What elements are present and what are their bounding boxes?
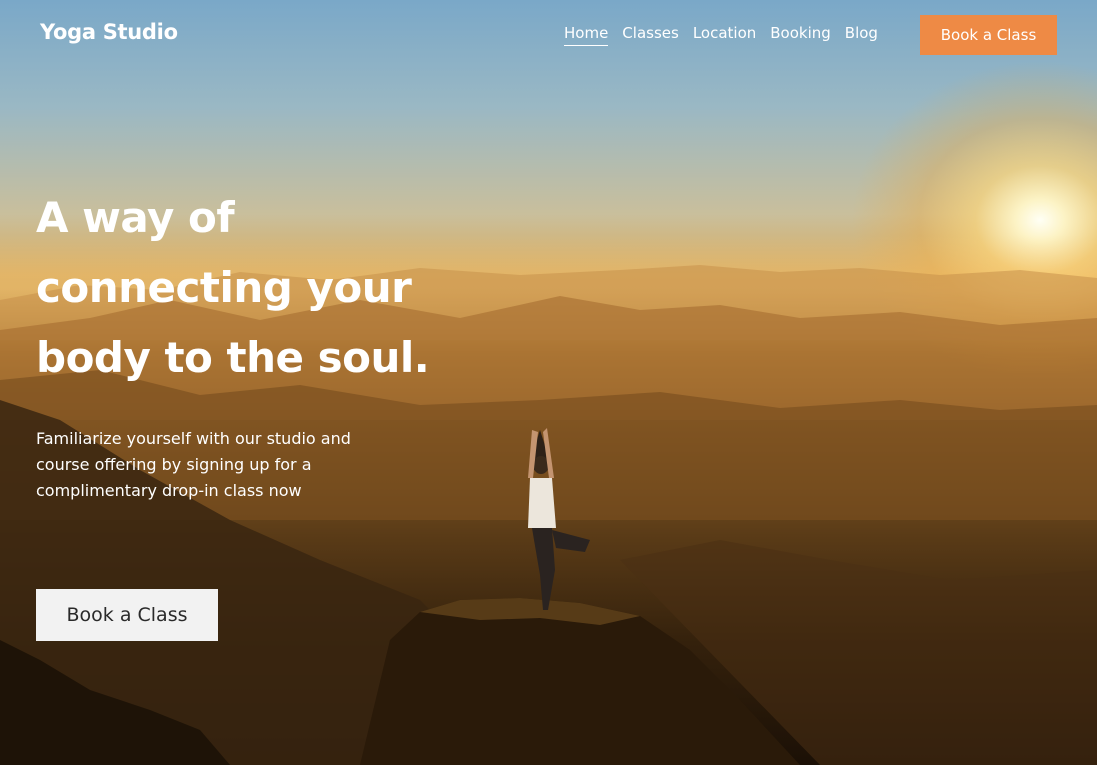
top-navigation: Yoga Studio Home Classes Location Bookin… bbox=[0, 0, 1097, 70]
headline-line: body to the soul. bbox=[36, 333, 430, 382]
nav-link-classes[interactable]: Classes bbox=[622, 24, 679, 46]
hero-headline: A way of connecting your body to the sou… bbox=[36, 183, 506, 393]
headline-line: A way of bbox=[36, 193, 235, 242]
hero-section: Yoga Studio Home Classes Location Bookin… bbox=[0, 0, 1097, 765]
nav-link-location[interactable]: Location bbox=[693, 24, 756, 46]
subtext-line: course offering by signing up for a bbox=[36, 455, 312, 474]
nav-link-booking[interactable]: Booking bbox=[770, 24, 831, 46]
hero-book-class-button[interactable]: Book a Class bbox=[36, 589, 218, 641]
headline-line: connecting your bbox=[36, 263, 412, 312]
nav-links: Home Classes Location Booking Blog bbox=[564, 24, 878, 46]
subtext-line: complimentary drop-in class now bbox=[36, 481, 302, 500]
nav-link-blog[interactable]: Blog bbox=[845, 24, 878, 46]
subtext-line: Familiarize yourself with our studio and bbox=[36, 429, 351, 448]
hero-subtext: Familiarize yourself with our studio and… bbox=[36, 426, 416, 504]
nav-link-home[interactable]: Home bbox=[564, 24, 609, 46]
nav-book-class-button[interactable]: Book a Class bbox=[920, 15, 1057, 55]
site-logo[interactable]: Yoga Studio bbox=[40, 20, 178, 44]
